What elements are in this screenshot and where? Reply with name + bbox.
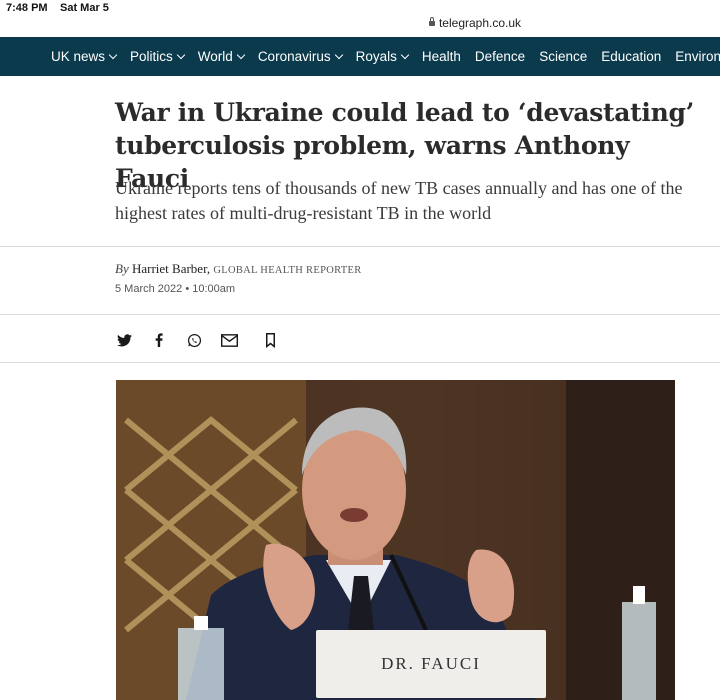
facebook-icon[interactable] xyxy=(150,331,168,349)
email-icon[interactable] xyxy=(220,331,238,349)
nav-item-royals[interactable]: Royals xyxy=(342,49,410,64)
lock-icon xyxy=(428,17,435,26)
address-bar[interactable]: telegraph.co.uk xyxy=(0,14,720,34)
nav-item-health[interactable]: Health xyxy=(408,49,461,64)
divider xyxy=(0,314,720,315)
url-text: telegraph.co.uk xyxy=(438,15,522,30)
publish-date: 5 March 2022 • 10:00am xyxy=(115,283,236,295)
byline: By Harriet Barber, GLOBAL HEALTH REPORTE… xyxy=(115,261,362,277)
byline-prefix: By xyxy=(115,261,129,276)
nav-item-politics[interactable]: Politics xyxy=(116,49,186,64)
nav-item-world[interactable]: World xyxy=(184,49,246,64)
article-standfirst: Ukraine reports tens of thousands of new… xyxy=(115,178,683,223)
nav-item-coronavirus[interactable]: Coronavirus xyxy=(244,49,343,64)
share-bar xyxy=(115,331,296,349)
author-role: GLOBAL HEALTH REPORTER xyxy=(213,265,362,276)
bookmark-icon[interactable] xyxy=(261,331,279,349)
status-date: Sat Mar 5 xyxy=(60,2,109,14)
divider xyxy=(0,362,720,363)
nav-item-uk-news[interactable]: UK news xyxy=(0,49,118,64)
author-name[interactable]: Harriet Barber, xyxy=(132,261,210,276)
divider xyxy=(0,246,720,247)
nav-item-science[interactable]: Science xyxy=(525,49,587,64)
nav-item-environment[interactable]: Environment xyxy=(661,49,720,64)
nav-item-education[interactable]: Education xyxy=(587,49,661,64)
nav-item-defence[interactable]: Defence xyxy=(461,49,525,64)
nameplate: DR. FAUCI xyxy=(316,630,546,698)
lead-photo: DR. FAUCI xyxy=(116,380,675,700)
whatsapp-icon[interactable] xyxy=(185,331,203,349)
twitter-icon[interactable] xyxy=(115,331,133,349)
section-nav: UK news Politics World Coronavirus Royal… xyxy=(0,37,720,76)
status-time: 7:48 PM xyxy=(6,2,48,14)
